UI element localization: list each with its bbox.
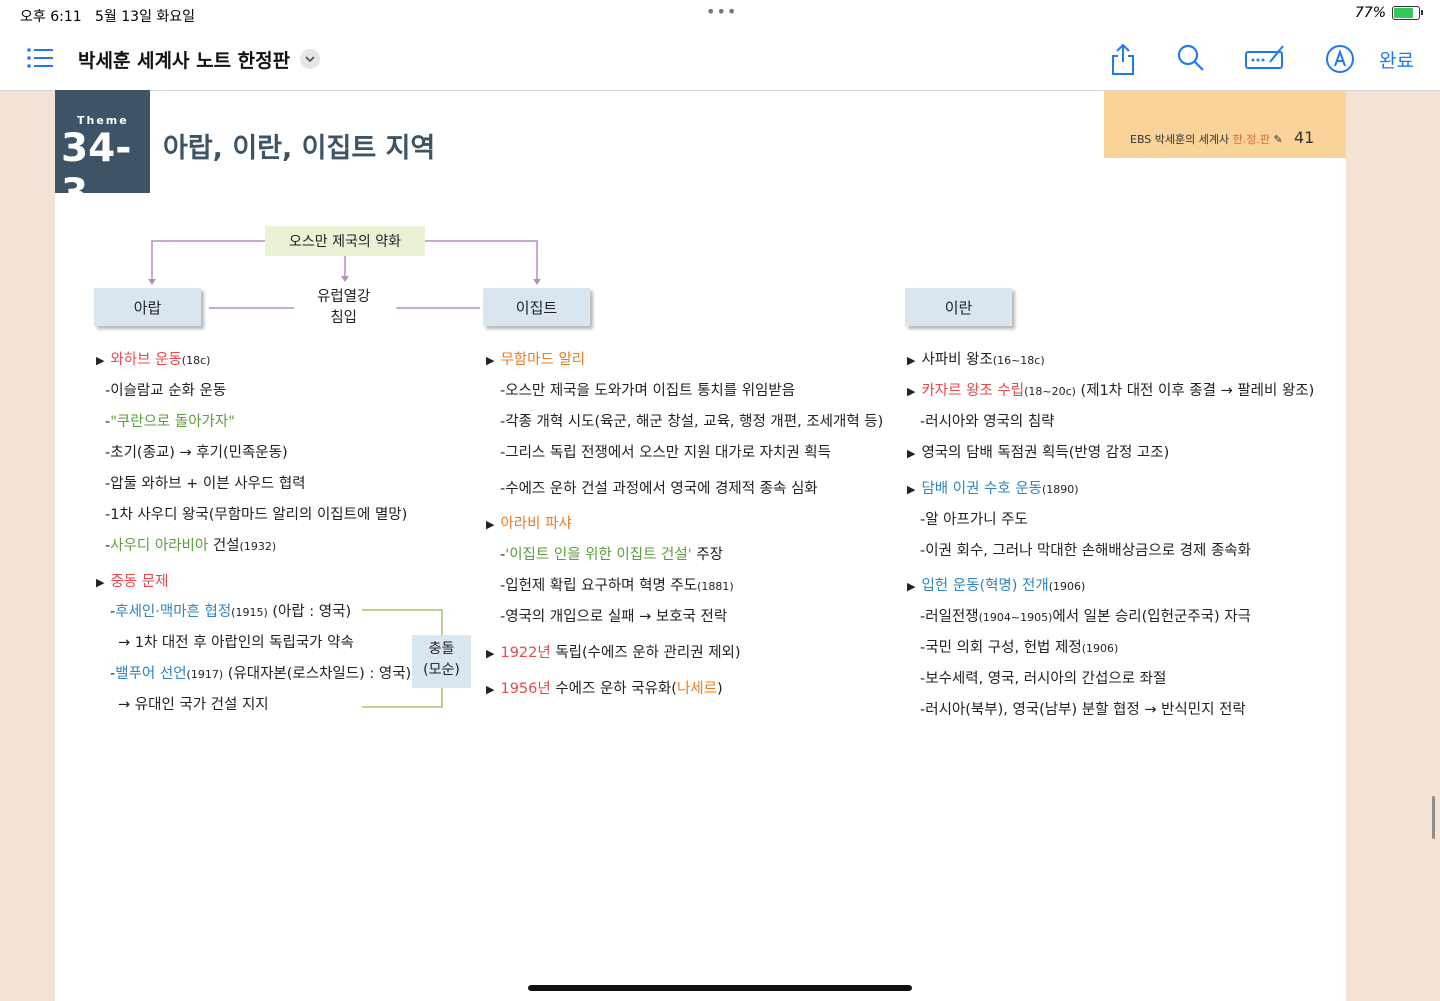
egypt-heading-1922: ▶ 1922년 독립(수에즈 운하 관리권 제외) bbox=[486, 645, 741, 661]
list-item: -그리스 독립 전쟁에서 오스만 지원 대가로 자치권 획득 bbox=[500, 445, 831, 461]
list-item: -사우디 아라비아 건설(1932) bbox=[105, 538, 277, 554]
list-item: -러시아(북부), 영국(남부) 분할 협정 → 반식민지 전락 bbox=[920, 702, 1246, 718]
list-item: -각종 개혁 시도(육군, 해군 창설, 교육, 행정 개편, 조세개혁 등) bbox=[500, 414, 884, 430]
arab-heading-wahhabi: ▶ 와하브 운동(18c) bbox=[96, 352, 211, 368]
list-item: -이권 회수, 그러나 막대한 손해배상금으로 경제 종속화 bbox=[920, 543, 1251, 559]
conflict-box: 충돌 (모순) bbox=[412, 635, 471, 688]
list-item: → 유대인 국가 건설 지지 bbox=[118, 697, 269, 713]
list-item: -영국의 개입으로 실패 → 보호국 전락 bbox=[500, 609, 728, 625]
iran-heading-safavid: ▶ 사파비 왕조(16~18c) bbox=[907, 352, 1045, 368]
ottoman-decline-box: 오스만 제국의 약화 bbox=[265, 226, 425, 256]
european-invasion-label: 유럽열강 침입 bbox=[317, 289, 371, 326]
iran-heading-tobacco-protest: ▶ 담배 이권 수호 운동(1890) bbox=[907, 481, 1079, 497]
list-item: -후세인·맥마흔 협정(1915) (아랍 : 영국) bbox=[110, 604, 352, 620]
list-item: -수에즈 운하 건설 과정에서 영국에 경제적 종속 심화 bbox=[500, 481, 818, 497]
egypt-heading-muhammad-ali: ▶ 무함마드 알리 bbox=[486, 352, 586, 368]
list-item: -오스만 제국을 도와가며 이집트 통치를 위임받음 bbox=[500, 383, 796, 399]
arab-box: 아랍 bbox=[94, 288, 201, 326]
list-item: -1차 사우디 왕국(무함마드 알리의 이집트에 멸망) bbox=[105, 507, 408, 523]
iran-heading-tobacco-monopoly: ▶ 영국의 담배 독점권 획득(반영 감정 고조) bbox=[907, 445, 1170, 461]
list-item: -러시아와 영국의 침략 bbox=[920, 414, 1055, 430]
iran-heading-qajar: ▶ 카자르 왕조 수립(18~20c) (제1차 대전 이후 종결 → 팔레비 왕… bbox=[907, 383, 1315, 399]
list-item: -알 아프가니 주도 bbox=[920, 512, 1028, 528]
list-item: -'이집트 인을 위한 이집트 건설' 주장 bbox=[500, 547, 724, 563]
list-item: -이슬람교 순화 운동 bbox=[105, 383, 227, 399]
list-item: → 1차 대전 후 아랍인의 독립국가 약속 bbox=[118, 635, 354, 651]
egypt-box: 이집트 bbox=[483, 288, 590, 326]
home-indicator[interactable] bbox=[528, 985, 912, 991]
iran-heading-constitutional: ▶ 입헌 운동(혁명) 전개(1906) bbox=[907, 578, 1086, 594]
egypt-heading-1956: ▶ 1956년 수에즈 운하 국유화(나세르) bbox=[486, 681, 723, 697]
diagram-connectors bbox=[148, 240, 541, 708]
arab-heading-middle-east: ▶ 중동 문제 bbox=[96, 574, 169, 590]
list-item: -러일전쟁(1904~1905)에서 일본 승리(입헌군주국) 자극 bbox=[920, 609, 1251, 625]
list-item: -압둘 와하브 + 이븐 사우드 협력 bbox=[105, 476, 306, 492]
list-item: -보수세력, 영국, 러시아의 간섭으로 좌절 bbox=[920, 671, 1167, 687]
vertical-scrollbar[interactable] bbox=[1432, 796, 1435, 839]
list-item: -국민 의회 구성, 헌법 제정(1906) bbox=[920, 640, 1119, 656]
egypt-heading-arabi-pasha: ▶ 아라비 파샤 bbox=[486, 516, 572, 532]
list-item: -밸푸어 선언(1917) (유대자본(로스차일드) : 영국) bbox=[110, 666, 412, 682]
list-item: -입헌제 확립 요구하며 혁명 주도(1881) bbox=[500, 578, 734, 594]
list-item: -"쿠란으로 돌아가자" bbox=[105, 414, 235, 430]
iran-box: 이란 bbox=[905, 288, 1012, 326]
list-item: -초기(종교) → 후기(민족운동) bbox=[105, 445, 288, 461]
